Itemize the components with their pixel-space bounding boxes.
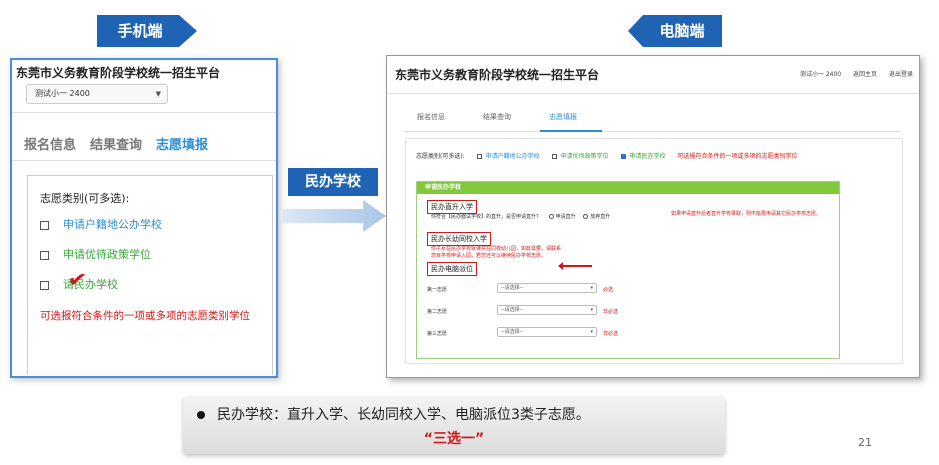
bullet-icon xyxy=(197,411,205,419)
mobile-preference-card: 志愿类别(可多选): 申请户籍地公办学校 申请优待政策学位 请民办学校 ✔ 可选… xyxy=(27,175,273,375)
option-preferential-policy[interactable]: 申请优待政策学位 xyxy=(40,246,151,262)
mobile-tag: 手机端 xyxy=(97,15,197,47)
active-tab-indicator xyxy=(540,130,602,132)
caret-down-icon: ▾ xyxy=(590,329,593,335)
caret-down-icon: ▾ xyxy=(590,285,593,291)
caret-down-icon: ▼ xyxy=(155,90,161,98)
mobile-tabs: 报名信息 结果查询 志愿填报 xyxy=(24,134,222,153)
checkbox[interactable] xyxy=(40,280,49,290)
pc-tag: 电脑端 xyxy=(628,15,722,47)
radio-decline[interactable] xyxy=(583,214,589,219)
mobile-page-title: 东莞市义务教育阶段学校统一招生平台 xyxy=(16,66,221,80)
row-label: 第三志愿 xyxy=(427,331,448,337)
preference-row: 第一志愿 --请选择-- ▾ 必选 xyxy=(427,283,613,293)
page-number: 21 xyxy=(858,436,872,449)
tab-result-query[interactable]: 结果查询 xyxy=(90,138,142,153)
preference-row: 第三志愿 --请选择-- ▾ 非必选 xyxy=(427,327,618,337)
center-label: 民办学校 xyxy=(288,168,378,196)
left-arrow-icon xyxy=(558,262,592,270)
question-text: 你符合【民办面试学校】的直升，是否申请直升？ xyxy=(431,214,542,220)
mobile-user-select[interactable]: 测试小一 2400 ▼ xyxy=(26,84,168,104)
tab-result-query[interactable]: 结果查询 xyxy=(483,112,511,122)
pc-page-title: 东莞市义务教育阶段学校统一招生平台 xyxy=(395,68,600,82)
pc-header-actions: 测试小一 2400 返回主页 退出登录 xyxy=(790,69,913,78)
summary-text: 民办学校：直升入学、长幼同校入学、电脑派位3类子志愿。 xyxy=(217,407,590,423)
user-name: 测试小一 2400 xyxy=(799,71,842,78)
caret-down-icon: ▾ xyxy=(590,307,593,313)
direct-admission-question: 你符合【民办面试学校】的直升，是否申请直升？ 申请直升 放弃直升 xyxy=(431,213,610,220)
preference-row: 第二志愿 --请选择-- ▾ 非必选 xyxy=(427,305,618,315)
preference-note: 可选报符合条件的一项或多项的志愿类别学位 xyxy=(40,310,250,322)
radio-label: 放弃直升 xyxy=(590,214,611,220)
required-mark: 非必选 xyxy=(603,309,619,315)
required-mark: 非必选 xyxy=(603,331,619,337)
select-value: --请选择-- xyxy=(501,329,524,335)
checkbox-preferential[interactable] xyxy=(551,154,557,159)
private-school-section: 申请民办学校 民办直升入学 你符合【民办面试学校】的直升，是否申请直升？ 申请直… xyxy=(416,181,840,359)
radio-apply[interactable] xyxy=(548,214,554,219)
divider xyxy=(405,131,901,132)
option-label: 申请优待政策学位 xyxy=(63,248,151,261)
required-mark: 必选 xyxy=(603,287,614,293)
divider xyxy=(12,112,276,113)
checkmark-icon: ✔ xyxy=(66,266,89,295)
option-label: 申请优待政策学位 xyxy=(560,153,609,160)
divider xyxy=(387,93,919,94)
row-label: 第一志愿 xyxy=(427,287,448,293)
sibling-admission-box: 民办长幼同校入学 xyxy=(427,232,491,246)
checkbox[interactable] xyxy=(40,220,49,230)
direct-admission-note: 如果申请直升后者直升学校录取，则不能再申请其它民办学校志愿。 xyxy=(671,211,822,217)
sibling-admission-desc: 你子女在民办学校就读并在同校幼儿园，如有需要，请联系您目学校申请入园，若您还可以… xyxy=(431,246,562,259)
checkbox-private[interactable] xyxy=(620,154,626,159)
pc-tabs: 报名信息 结果查询 志愿填报 xyxy=(417,112,615,122)
preference-select[interactable]: --请选择-- ▾ xyxy=(497,327,597,337)
tab-preference-fill[interactable]: 志愿填报 xyxy=(156,138,208,153)
pc-form-body: 志愿类别(可多选): 申请户籍地公办学校 申请优待政策学位 申请民办学校 可选报… xyxy=(405,138,903,364)
pc-screenshot: 东莞市义务教育阶段学校统一招生平台 测试小一 2400 返回主页 退出登录 报名… xyxy=(386,55,920,378)
preference-type-label: 志愿类别(可多选): xyxy=(416,153,465,160)
radio-label: 申请直升 xyxy=(555,214,576,220)
select-value: --请选择-- xyxy=(501,307,524,313)
option-label: 申请户籍地公办学校 xyxy=(485,153,540,160)
summary-emphasis: “三选一” xyxy=(423,431,485,447)
divider xyxy=(12,160,276,161)
tab-register-info[interactable]: 报名信息 xyxy=(24,138,76,153)
summary-line: 民办学校：直升入学、长幼同校入学、电脑派位3类子志愿。 xyxy=(197,404,590,424)
right-arrow-icon xyxy=(282,200,386,232)
logout-link[interactable]: 退出登录 xyxy=(889,71,913,78)
home-link[interactable]: 返回主页 xyxy=(853,71,877,78)
preference-note: 可选报符合条件的一项或多项的志愿类别学位 xyxy=(677,153,798,160)
tab-register-info[interactable]: 报名信息 xyxy=(417,112,445,122)
direct-admission-box: 民办直升入学 xyxy=(427,200,477,214)
slide: 手机端 电脑端 东莞市义务教育阶段学校统一招生平台 测试小一 2400 ▼ 报名… xyxy=(0,0,939,465)
option-label: 申请民办学校 xyxy=(629,153,666,160)
preference-select[interactable]: --请选择-- ▾ xyxy=(497,305,597,315)
mobile-screenshot: 东莞市义务教育阶段学校统一招生平台 测试小一 2400 ▼ 报名信息 结果查询 志愿… xyxy=(10,58,278,378)
preference-select[interactable]: --请选择-- ▾ xyxy=(497,283,597,293)
summary-box: 民办学校：直升入学、长幼同校入学、电脑派位3类子志愿。 “三选一” xyxy=(183,396,725,454)
preference-type-label: 志愿类别(可多选): xyxy=(40,192,130,205)
computer-allocation-box: 民办电脑派位 xyxy=(427,262,477,276)
checkbox[interactable] xyxy=(40,250,49,260)
pc-preference-types: 志愿类别(可多选): 申请户籍地公办学校 申请优待政策学位 申请民办学校 可选报… xyxy=(416,151,797,160)
row-label: 第二志愿 xyxy=(427,309,448,315)
option-public-school[interactable]: 申请户籍地公办学校 xyxy=(40,216,162,232)
option-label: 申请户籍地公办学校 xyxy=(63,218,162,231)
tab-preference-fill[interactable]: 志愿填报 xyxy=(549,112,577,122)
section-title: 申请民办学校 xyxy=(417,182,839,194)
mobile-user-name: 测试小一 2400 xyxy=(35,89,90,98)
checkbox-public[interactable] xyxy=(476,154,482,159)
select-value: --请选择-- xyxy=(501,285,524,291)
